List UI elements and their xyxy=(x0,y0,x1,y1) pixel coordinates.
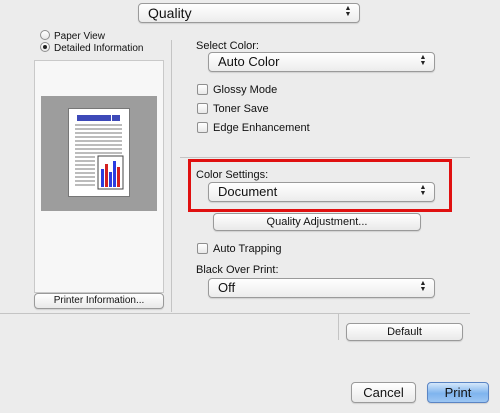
radio-off-icon xyxy=(40,30,50,41)
section-divider xyxy=(180,157,470,158)
updown-arrows-icon: ▲ ▼ xyxy=(419,184,427,197)
updown-arrows-icon: ▲ ▼ xyxy=(419,280,427,293)
printer-information-label: Printer Information... xyxy=(53,295,145,306)
print-button[interactable]: Print xyxy=(427,382,489,403)
auto-trapping-label: Auto Trapping xyxy=(213,243,282,255)
color-settings-popup[interactable]: Document ▲ ▼ xyxy=(208,182,435,202)
quality-adjustment-button[interactable]: Quality Adjustment... xyxy=(213,213,421,231)
select-color-value: Auto Color xyxy=(218,54,280,69)
black-over-print-label: Black Over Print: xyxy=(196,264,279,276)
document-preview-icon xyxy=(75,115,124,190)
black-over-print-value: Off xyxy=(218,280,236,295)
page-preview-thumbnail xyxy=(68,108,130,197)
black-over-print-popup[interactable]: Off ▲ ▼ xyxy=(208,278,435,298)
default-label: Default xyxy=(387,326,422,338)
toner-save-checkbox[interactable]: Toner Save xyxy=(197,101,269,117)
quality-adjustment-label: Quality Adjustment... xyxy=(266,216,368,228)
default-area-divider xyxy=(338,313,339,340)
edge-enhancement-label: Edge Enhancement xyxy=(213,122,310,134)
pane-selector[interactable]: Quality ▲ ▼ xyxy=(138,3,360,23)
paper-view-label: Paper View xyxy=(54,31,105,42)
cancel-button[interactable]: Cancel xyxy=(351,382,416,403)
detailed-information-radio[interactable]: Detailed Information xyxy=(40,42,144,55)
updown-arrows-icon: ▲ ▼ xyxy=(419,54,427,67)
select-color-label: Select Color: xyxy=(196,40,259,52)
edge-enhancement-checkbox[interactable]: Edge Enhancement xyxy=(197,120,310,136)
select-color-popup[interactable]: Auto Color ▲ ▼ xyxy=(208,52,435,72)
updown-arrows-icon: ▲ ▼ xyxy=(344,5,352,18)
detailed-information-label: Detailed Information xyxy=(54,43,144,54)
checkbox-unchecked-icon xyxy=(197,242,208,254)
pane-selector-value: Quality xyxy=(148,5,192,21)
checkbox-unchecked-icon xyxy=(197,83,208,95)
color-settings-value: Document xyxy=(218,184,278,199)
vertical-divider xyxy=(171,40,172,312)
checkbox-unchecked-icon xyxy=(197,102,208,114)
print-label: Print xyxy=(444,385,472,400)
color-settings-label: Color Settings: xyxy=(196,169,269,181)
bottom-divider xyxy=(0,313,470,314)
glossy-mode-label: Glossy Mode xyxy=(213,84,278,96)
radio-on-icon xyxy=(40,42,50,53)
toner-save-label: Toner Save xyxy=(213,103,269,115)
cancel-label: Cancel xyxy=(363,385,404,400)
printer-information-button[interactable]: Printer Information... xyxy=(34,293,164,309)
glossy-mode-checkbox[interactable]: Glossy Mode xyxy=(197,82,277,98)
auto-trapping-checkbox[interactable]: Auto Trapping xyxy=(197,241,282,257)
default-button[interactable]: Default xyxy=(346,323,463,341)
checkbox-unchecked-icon xyxy=(197,121,208,133)
